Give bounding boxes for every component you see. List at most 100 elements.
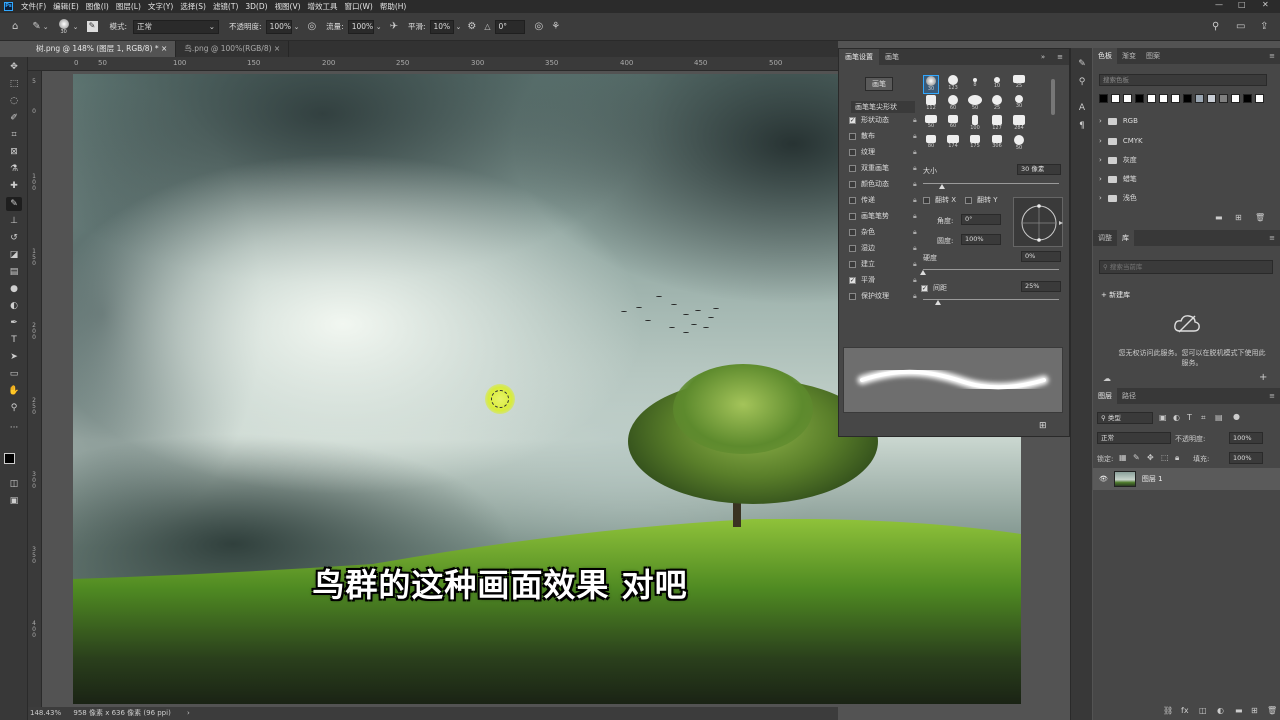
swatch-group-grayscale[interactable]: › 灰度: [1099, 153, 1137, 167]
filter-type-icon[interactable]: T: [1187, 413, 1192, 422]
shape-icon[interactable]: ▭: [6, 367, 22, 381]
share-icon[interactable]: ⇪: [1260, 21, 1268, 32]
menu-image[interactable]: 图像(I): [86, 1, 109, 12]
roundness-input[interactable]: 100%: [961, 234, 1001, 245]
option-shape-dynamics[interactable]: ✓ 形状动态 🔒︎: [849, 113, 917, 127]
menu-help[interactable]: 帮助(H): [380, 1, 407, 12]
home-icon[interactable]: ⌂: [12, 21, 18, 32]
chevron-down-icon[interactable]: ⌄: [456, 22, 462, 32]
checkbox-icon[interactable]: [849, 148, 856, 156]
library-search-input[interactable]: ⚲ 搜索当前库: [1099, 260, 1273, 274]
flip-x[interactable]: 翻转 X: [923, 195, 956, 205]
lock-position-icon[interactable]: ✥: [1147, 453, 1154, 462]
brush-preset[interactable]: 100: [967, 115, 983, 132]
brush-preset[interactable]: 60: [945, 115, 961, 130]
frame-icon[interactable]: ⊠: [6, 145, 22, 159]
opacity-input[interactable]: 100%: [265, 19, 292, 34]
swatch[interactable]: [1111, 94, 1120, 103]
brush-preset[interactable]: 25: [1011, 75, 1027, 90]
checkbox-icon[interactable]: [923, 196, 930, 204]
swatch[interactable]: [1123, 94, 1132, 103]
menu-plugins[interactable]: 增效工具: [308, 1, 338, 12]
panel-menu-icon[interactable]: ≡: [1264, 388, 1280, 404]
filter-adjust-icon[interactable]: ◐: [1173, 413, 1180, 422]
lock-pixels-icon[interactable]: ✎: [1133, 453, 1140, 462]
brush-preset-picker[interactable]: 30: [58, 18, 69, 35]
maximize-button[interactable]: □: [1238, 0, 1246, 9]
menu-layer[interactable]: 图层(L): [116, 1, 141, 12]
checkbox-icon[interactable]: [849, 260, 856, 268]
swatch-group-rgb[interactable]: › RGB: [1099, 114, 1138, 128]
chevron-down-icon[interactable]: ⌄: [73, 22, 79, 32]
lock-icon[interactable]: 🔒︎: [913, 180, 917, 189]
swatch[interactable]: [1159, 94, 1168, 103]
swatch[interactable]: [1171, 94, 1180, 103]
swatch[interactable]: [1147, 94, 1156, 103]
brush-icon[interactable]: ✎: [6, 197, 22, 211]
brush-preset[interactable]: 174: [945, 135, 961, 150]
pen-icon[interactable]: ✒: [6, 316, 22, 330]
lock-icon[interactable]: 🔒︎: [913, 148, 917, 157]
spacing-toggle[interactable]: ✓ 间距: [921, 283, 947, 293]
menu-view[interactable]: 视图(V): [275, 1, 301, 12]
lock-icon[interactable]: 🔒︎: [913, 228, 917, 237]
swatch[interactable]: [1195, 94, 1204, 103]
brush-tool-icon[interactable]: ✎: [32, 21, 40, 32]
angle-input[interactable]: 0°: [494, 19, 525, 34]
flip-y[interactable]: 翻转 Y: [965, 195, 998, 205]
lock-icon[interactable]: 🔒︎: [913, 164, 917, 173]
brush-preset[interactable]: 10: [989, 75, 1005, 90]
stamp-icon[interactable]: ⊥: [6, 214, 22, 228]
swatch[interactable]: [1219, 94, 1228, 103]
chevron-right-icon[interactable]: ›: [187, 709, 190, 717]
option-scattering[interactable]: 散布 🔒︎: [849, 129, 917, 143]
swatch-group-light[interactable]: › 浅色: [1099, 191, 1137, 205]
brush-preset[interactable]: 50: [923, 115, 939, 130]
blend-mode-select[interactable]: 正常: [1097, 432, 1171, 444]
brush-preset[interactable]: 284: [1011, 115, 1027, 132]
hardness-input[interactable]: 0%: [1021, 251, 1061, 262]
lock-icon[interactable]: 🔒︎: [913, 276, 917, 285]
swatch[interactable]: [1231, 94, 1240, 103]
tab-tree-doc[interactable]: 树.png @ 148% (图层 1, RGB/8) * ×: [28, 41, 177, 57]
tab-libraries[interactable]: 库: [1117, 230, 1134, 246]
tab-swatches[interactable]: 色板: [1093, 48, 1117, 64]
brush-tip-shape[interactable]: 画笔笔尖形状: [851, 101, 915, 113]
brush-preset[interactable]: 60: [945, 95, 961, 112]
brush-preset[interactable]: 30: [923, 75, 939, 94]
close-window-button[interactable]: ✕: [1262, 0, 1269, 9]
brush-preset[interactable]: 112: [923, 95, 939, 112]
brush-preset[interactable]: 127: [989, 115, 1005, 132]
option-dual-brush[interactable]: 双重画笔 🔒︎: [849, 161, 917, 175]
eyedropper-icon[interactable]: ⚗: [6, 162, 22, 176]
mode-select[interactable]: 正常 ⌄: [133, 19, 220, 34]
brush-settings-icon[interactable]: ✎: [1075, 58, 1089, 70]
zoom-level[interactable]: 148.43%: [30, 709, 61, 717]
layer-filter-select[interactable]: ⚲ 类型: [1097, 412, 1153, 424]
lock-all-icon[interactable]: 🔒︎: [1175, 453, 1179, 463]
close-icon[interactable]: ×: [274, 44, 280, 53]
swatch[interactable]: [1207, 94, 1216, 103]
type-icon[interactable]: T: [6, 333, 22, 347]
swatch-group-pastel[interactable]: › 蜡笔: [1099, 172, 1137, 186]
trash-icon[interactable]: 🗑︎: [1255, 213, 1265, 222]
chevron-down-icon[interactable]: ⌄: [43, 22, 49, 32]
pressure-opacity-icon[interactable]: ◎: [307, 21, 316, 32]
lock-icon[interactable]: 🔒︎: [913, 116, 917, 125]
presets-scrollbar[interactable]: [1051, 79, 1055, 115]
chevron-down-icon[interactable]: ⌄: [376, 22, 382, 32]
hardness-slider-track[interactable]: [923, 269, 1059, 270]
panel-menu-icon[interactable]: ≡: [1264, 230, 1280, 246]
blur-icon[interactable]: ●: [6, 282, 22, 296]
fx-icon[interactable]: fx: [1181, 706, 1189, 715]
angle-input[interactable]: 0°: [961, 214, 1001, 225]
filter-smart-icon[interactable]: ▤: [1215, 413, 1223, 422]
paragraph-icon[interactable]: ¶: [1075, 120, 1089, 132]
new-layer-icon[interactable]: ⊞: [1251, 706, 1258, 715]
quick-select-icon[interactable]: ✐: [6, 111, 22, 125]
airbrush-icon[interactable]: ✈: [390, 21, 398, 32]
menu-type[interactable]: 文字(Y): [148, 1, 173, 12]
adjustment-icon[interactable]: ◐: [1217, 706, 1224, 715]
menu-file[interactable]: 文件(F): [21, 1, 46, 12]
tab-patterns[interactable]: 图案: [1141, 48, 1165, 64]
